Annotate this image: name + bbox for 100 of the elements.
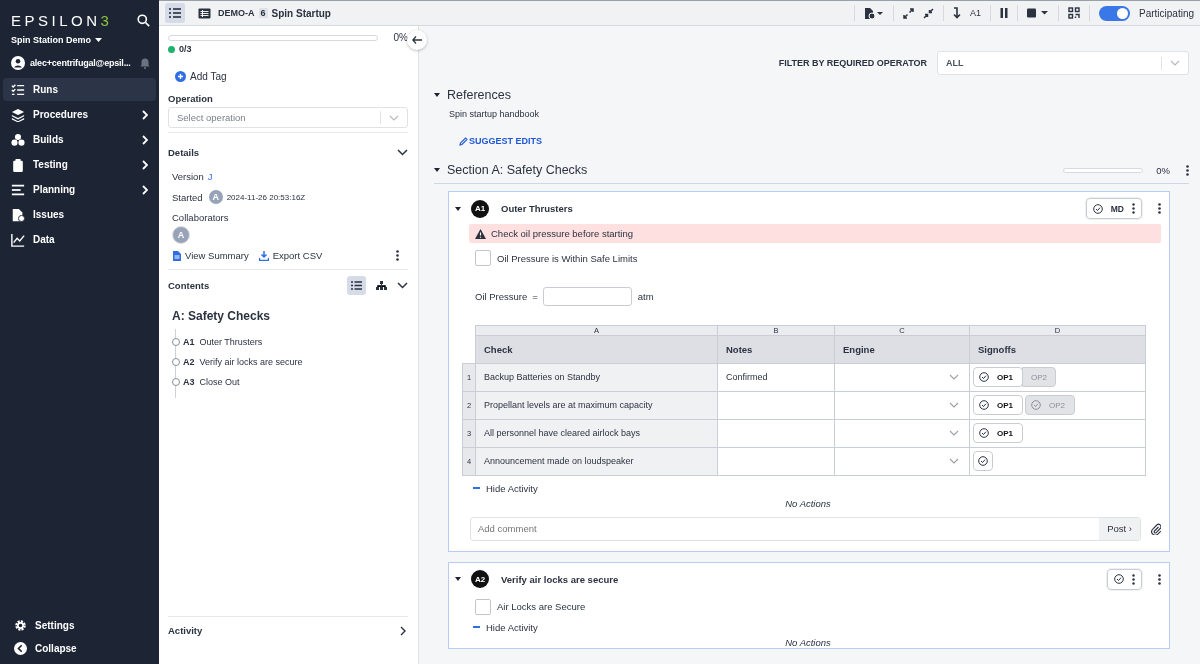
nav-item[interactable]: Builds [3,128,156,151]
version-link[interactable]: J [207,170,213,182]
check-circle-icon [979,400,989,410]
workspace-dropdown[interactable]: Spin Station Demo [3,33,110,47]
column-header: Check [475,335,718,363]
caret-icon[interactable] [434,168,440,172]
list-view-button[interactable] [347,276,366,295]
checkbox[interactable] [475,598,491,615]
table-cell[interactable] [717,419,835,447]
hierarchy-icon [376,281,387,290]
collapse-panel-button[interactable] [407,30,427,50]
section-progress-percent: 0% [1156,164,1170,176]
collapse-icon [14,642,27,655]
nav-item[interactable]: Procedures [3,103,156,126]
qr-code-icon[interactable] [1067,7,1080,19]
document-icon [173,250,181,261]
caret-icon[interactable] [455,206,461,211]
operator-filter-select[interactable]: ALL [937,51,1189,75]
nav-item[interactable]: Testing [3,153,156,176]
contents-item[interactable]: A3 Close Out [172,372,303,392]
jump-target[interactable]: A1 [969,8,981,18]
list-view-button[interactable] [165,3,185,23]
chevron-down-icon[interactable] [397,149,408,156]
column-header: Notes [717,335,835,363]
suggest-edits-link[interactable]: SUGGEST EDITS [459,136,1189,146]
file-icon [11,207,25,222]
comment-field[interactable]: Add comment Post › [470,516,1141,541]
runs-icon [11,82,25,97]
more-icon[interactable] [1186,164,1189,176]
chevron-down-icon[interactable] [397,282,408,289]
signoff-button[interactable]: OP1 [973,367,1023,387]
nav-item[interactable]: Planning [3,178,156,201]
caret-icon[interactable] [434,93,440,97]
more-icon[interactable] [396,250,399,261]
checkbox[interactable] [475,250,491,266]
chevron-down-icon [949,430,959,436]
more-icon [1132,203,1135,214]
jump-arrow-icon[interactable] [952,7,961,19]
signoff-button[interactable]: OP1 [973,423,1023,443]
download-icon [258,250,269,261]
collapse-arrows-icon[interactable] [922,7,934,19]
more-icon [1132,573,1135,585]
view-summary-link[interactable]: View Summary [173,250,249,261]
add-tag-button[interactable]: Add Tag [168,71,227,82]
more-icon[interactable] [1158,573,1161,585]
revision-badge: 6 [258,8,268,18]
contents-item[interactable]: A1 Outer Thrusters [172,332,303,352]
signoff-button[interactable]: OP1 [973,395,1023,415]
stop-dropdown-icon[interactable] [1026,8,1049,18]
chevron-down-icon [949,374,959,380]
post-button[interactable]: Post › [1099,517,1140,540]
started-label: Started [172,191,203,203]
hide-activity-link[interactable]: Hide Activity [473,482,1161,494]
paperclip-icon[interactable] [1151,522,1161,535]
chevron-right-icon [400,625,406,636]
activity-label: Activity [168,625,203,636]
contents-item[interactable]: A2 Verify air locks are secure [172,352,303,372]
sidebar-footer-item[interactable]: Settings [3,614,156,637]
search-icon[interactable] [137,14,150,27]
field-label: Operation [168,93,214,104]
more-icon[interactable] [1158,203,1161,214]
check-circle-icon [979,372,989,382]
step-badge: A2 [471,570,489,588]
operation-select[interactable]: Select operation [168,107,408,128]
contents-section-title[interactable]: A: Safety Checks [168,301,408,329]
nav-item[interactable]: Runs [3,78,156,101]
check-circle-icon [979,428,989,438]
expand-icon[interactable] [902,7,914,19]
nav-item[interactable]: Data [3,228,156,251]
participating-toggle[interactable] [1098,5,1130,21]
pencil-icon [459,136,468,146]
chevron-right-icon [142,159,148,170]
status-dot [168,45,175,53]
signoff-button[interactable] [973,451,993,471]
run-id: DEMO-A [218,8,255,18]
bell-icon[interactable] [140,57,150,69]
signoff-pill[interactable] [1107,568,1142,590]
hide-activity-link[interactable]: Hide Activity [473,621,1161,633]
filter-label: FILTER BY REQUIRED OPERATOR [778,58,927,68]
table-cell[interactable] [717,391,835,419]
plus-circle-icon [175,71,186,82]
reference-text: Spin startup handbook [449,109,541,119]
table-cell[interactable]: Confirmed [717,363,835,391]
input-field[interactable] [542,287,632,306]
pause-icon[interactable] [999,8,1008,18]
table-cell: Propellant levels are at maximum capacity [475,391,718,419]
table-cell[interactable] [717,447,835,475]
chart-icon [11,232,25,247]
unit-label: atm [637,291,654,302]
sidebar-footer-item[interactable]: Collapse [3,637,156,660]
builds-icon [11,132,25,147]
caret-icon[interactable] [455,577,461,581]
user-email[interactable]: alec+centrifugal@epsil... [30,58,135,68]
export-csv-link[interactable]: Export CSV [258,250,323,261]
user-avatar: A [208,190,223,204]
file-dropdown-icon[interactable] [863,7,884,19]
nav-item[interactable]: Issues [3,203,156,226]
activity-row[interactable]: Activity [168,616,408,664]
participating-label: Participating [1138,7,1194,19]
signoff-pill[interactable]: MD [1085,198,1142,219]
